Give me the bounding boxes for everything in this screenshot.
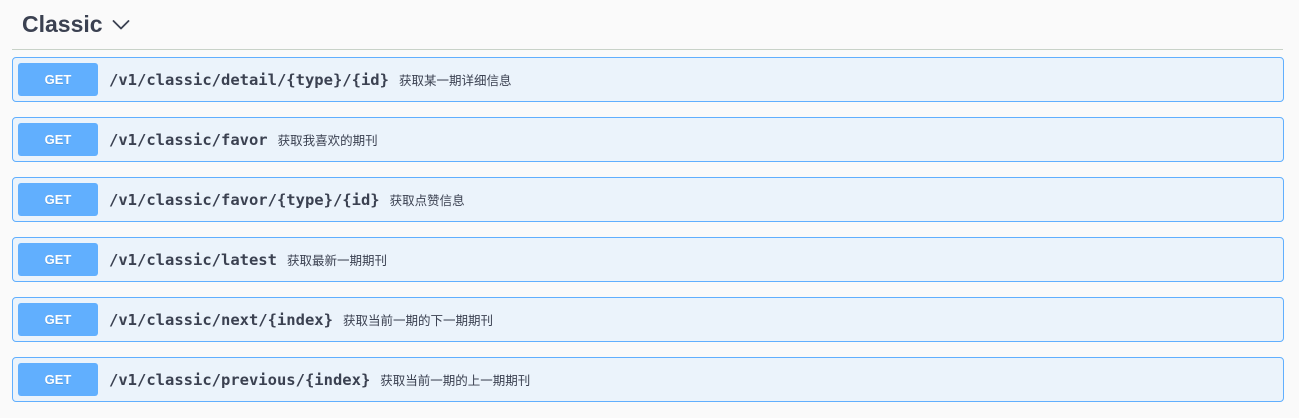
operation-row[interactable]: GET /v1/classic/favor 获取我喜欢的期刊 — [12, 117, 1284, 162]
method-badge: GET — [18, 183, 98, 216]
operation-row[interactable]: GET /v1/classic/latest 获取最新一期期刊 — [12, 237, 1284, 282]
operation-path: /v1/classic/detail/{type}/{id} — [109, 70, 389, 89]
operation-summary: 获取最新一期期刊 — [286, 253, 387, 268]
operation-row[interactable]: GET /v1/classic/next/{index} 获取当前一期的下一期期… — [12, 297, 1284, 342]
operation-row[interactable]: GET /v1/classic/detail/{type}/{id} 获取某一期… — [12, 57, 1284, 102]
method-badge: GET — [18, 123, 98, 156]
operation-summary: 获取某一期详细信息 — [398, 73, 512, 88]
operation-path: /v1/classic/favor/{type}/{id} — [109, 190, 380, 209]
operation-summary: 获取我喜欢的期刊 — [277, 133, 378, 148]
section-title: Classic — [22, 11, 103, 37]
operation-path: /v1/classic/latest — [109, 250, 277, 269]
operation-summary: 获取当前一期的上一期期刊 — [380, 373, 531, 388]
operation-row[interactable]: GET /v1/classic/favor/{type}/{id} 获取点赞信息 — [12, 177, 1284, 222]
method-badge: GET — [18, 363, 98, 396]
operation-summary: 获取当前一期的下一期期刊 — [342, 313, 493, 328]
api-section-classic: Classic GET /v1/classic/detail/{type}/{i… — [0, 0, 1299, 418]
method-badge: GET — [18, 303, 98, 336]
operation-row[interactable]: GET /v1/classic/previous/{index} 获取当前一期的… — [12, 357, 1284, 402]
operation-path: /v1/classic/next/{index} — [109, 310, 333, 329]
method-badge: GET — [18, 243, 98, 276]
operations-list: GET /v1/classic/detail/{type}/{id} 获取某一期… — [12, 57, 1284, 417]
operation-summary: 获取点赞信息 — [389, 193, 465, 208]
chevron-down-icon[interactable] — [111, 15, 131, 35]
operation-path: /v1/classic/favor — [109, 130, 268, 149]
operation-path: /v1/classic/previous/{index} — [109, 370, 371, 389]
section-header[interactable]: Classic — [12, 0, 1283, 50]
method-badge: GET — [18, 63, 98, 96]
